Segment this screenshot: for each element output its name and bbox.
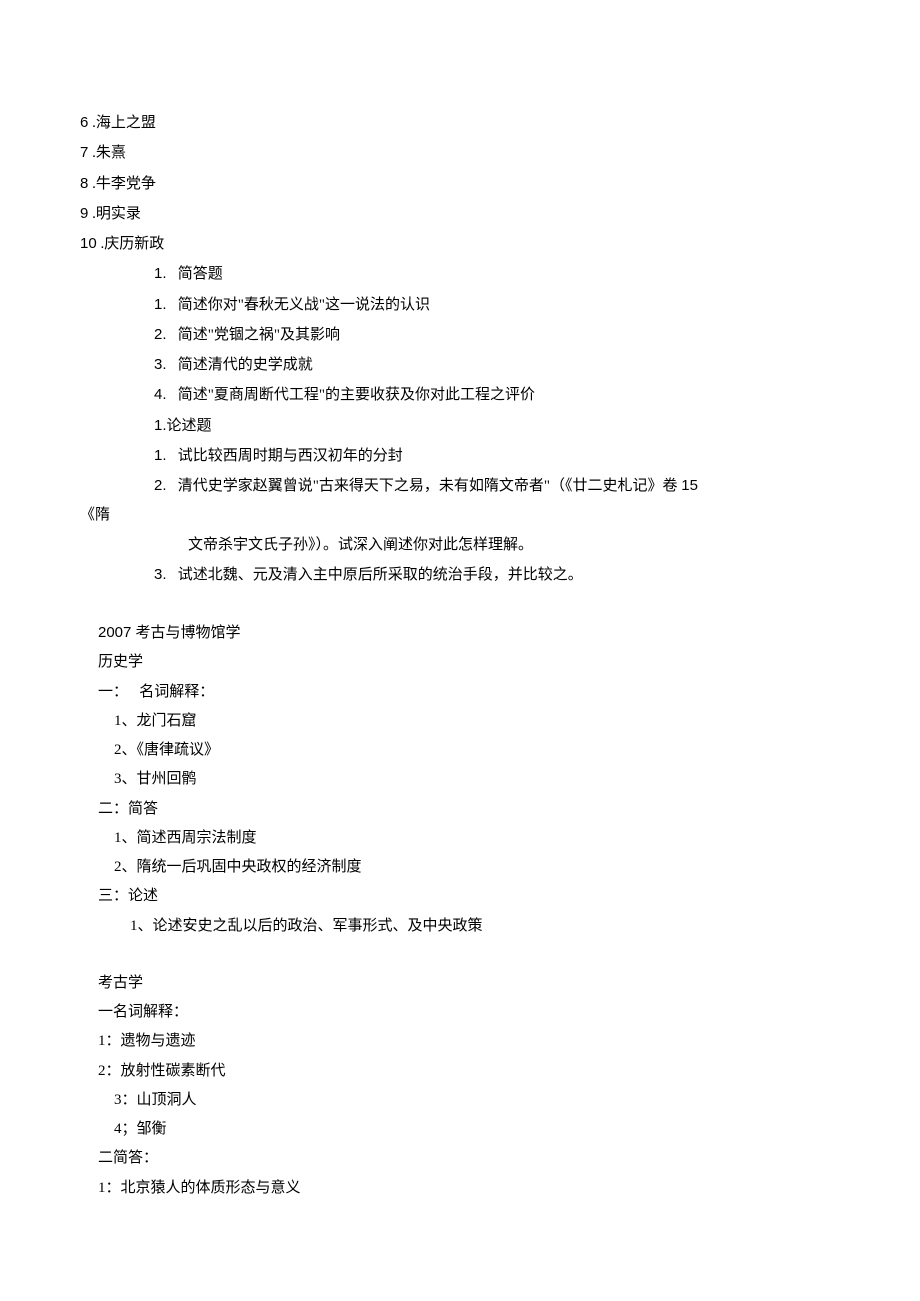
list-item: 7 .朱熹 [80,138,840,168]
list-item: 1：北京猿人的体质形态与意义 [80,1174,840,1203]
list-item: 8 .牛李党争 [80,169,840,199]
item-number: 3. [154,356,167,373]
section-heading: 二：简答 [80,795,840,824]
list-item: 2. 简述"党锢之祸"及其影响 [80,320,840,350]
list-item: 3、甘州回鹘 [80,765,840,794]
title-text: 考古与博物馆学 [136,625,241,641]
section-heading: 1.论述题 [80,411,840,441]
list-item: 3. 试述北魏、元及清入主中原后所采取的统治手段，并比较之。 [80,560,840,590]
list-item: 1：遗物与遗迹 [80,1027,840,1056]
list-item: 1. 简述你对"春秋无义战"这一说法的认识 [80,290,840,320]
item-text: 试述北魏、元及清入主中原后所采取的统治手段，并比较之。 [167,567,583,583]
section-heading: 一： 名词解释： [80,678,840,707]
item-number: 10 [80,235,97,252]
document-page: 6 .海上之盟 7 .朱熹 8 .牛李党争 9 .明实录 10 .庆历新政 1.… [0,0,920,1263]
item-number: 3. [154,566,167,583]
item-text: 简述清代的史学成就 [167,357,313,373]
spacer [80,590,840,618]
list-item: 3：山顶洞人 [80,1086,840,1115]
item-text: .朱熹 [88,145,126,161]
section-heading: 二简答： [80,1144,840,1173]
list-item: 2、隋统一后巩固中央政权的经济制度 [80,853,840,882]
list-item-continuation: 文帝杀宇文氏子孙》）。试深入阐述你对此怎样理解。 [80,531,840,560]
item-text: 论述题 [167,418,212,434]
item-text: .牛李党争 [88,176,156,192]
list-item: 1. 试比较西周时期与西汉初年的分封 [80,441,840,471]
item-text: .海上之盟 [88,115,156,131]
subsection-label: 考古学 [80,969,840,998]
item-number: 2. [154,477,167,494]
list-item: 2. 清代史学家赵翼曾说"古来得天下之易，未有如隋文帝者"（《廿二史札记》卷 1… [80,471,840,501]
item-text: .明实录 [88,206,141,222]
list-item: 9 .明实录 [80,199,840,229]
item-number: 1. [154,417,167,434]
item-number: 1. [154,447,167,464]
year-number: 2007 [98,624,136,641]
list-item: 2：放射性碳素断代 [80,1057,840,1086]
item-text: 清代史学家赵翼曾说"古来得天下之易，未有如隋文帝者"（《廿二史札记》卷 [167,478,682,494]
item-text: 简述"党锢之祸"及其影响 [167,327,341,343]
item-number: 4. [154,386,167,403]
list-item: 4；邹衡 [80,1115,840,1144]
section-title: 2007 考古与博物馆学 [80,618,840,648]
list-item-continuation: 《隋 [80,501,840,530]
list-item: 3. 简述清代的史学成就 [80,350,840,380]
section-heading: 一名词解释： [80,998,840,1027]
item-text: 文帝杀宇文氏子孙》）。试深入阐述你对此怎样理解。 [188,537,533,553]
list-item: 2、《唐律疏议》 [80,736,840,765]
item-text: 简述"夏商周断代工程"的主要收获及你对此工程之评价 [167,387,536,403]
item-text: 试比较西周时期与西汉初年的分封 [167,448,403,464]
section-heading: 1. 简答题 [80,259,840,289]
list-item: 1、论述安史之乱以后的政治、军事形式、及中央政策 [80,912,840,941]
item-number: 2. [154,326,167,343]
list-item: 10 .庆历新政 [80,229,840,259]
spacer [80,941,840,969]
item-text: 简答题 [167,266,223,282]
item-text: 《隋 [80,507,110,523]
list-item: 4. 简述"夏商周断代工程"的主要收获及你对此工程之评价 [80,380,840,410]
subsection-label: 历史学 [80,648,840,677]
item-tail-number: 15 [681,477,698,494]
item-number: 1. [154,265,167,282]
item-text: .庆历新政 [97,236,165,252]
list-item: 1、龙门石窟 [80,707,840,736]
item-text: 简述你对"春秋无义战"这一说法的认识 [167,297,431,313]
list-item: 1、简述西周宗法制度 [80,824,840,853]
item-number: 1. [154,296,167,313]
section-heading: 三：论述 [80,882,840,911]
list-item: 6 .海上之盟 [80,108,840,138]
